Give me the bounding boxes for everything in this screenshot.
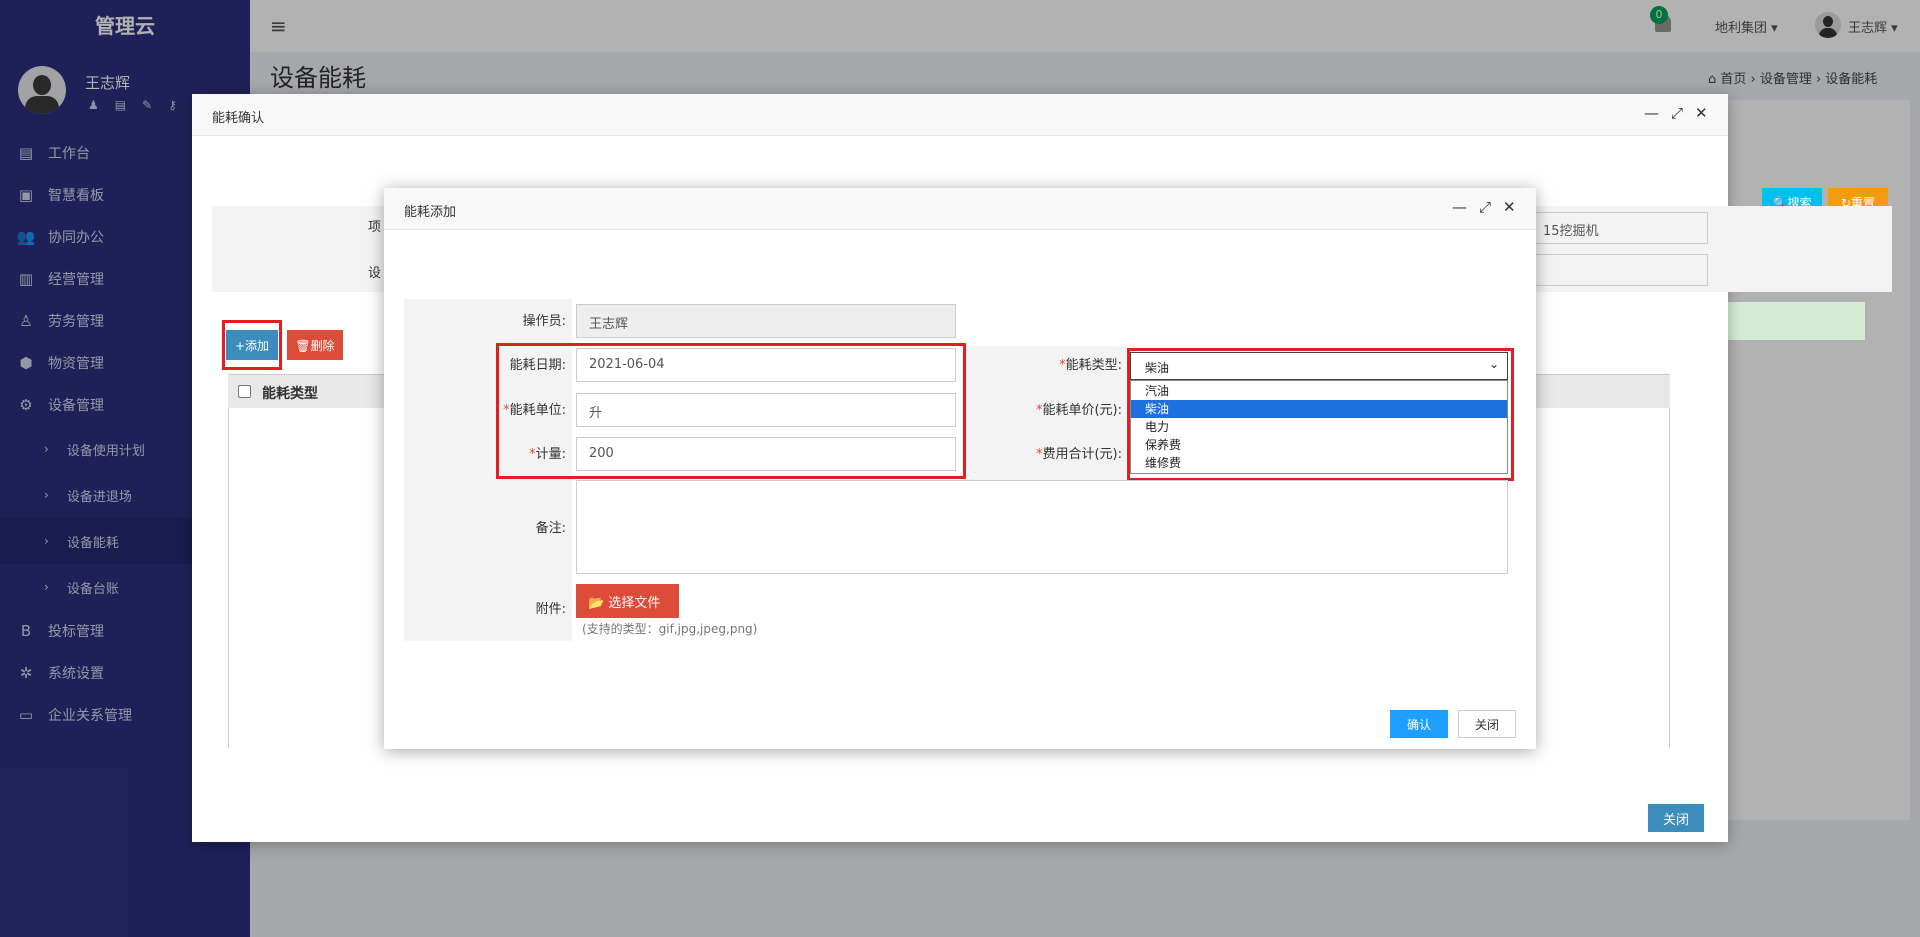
operator-field: 王志辉 xyxy=(576,304,956,338)
attachment-label: 附件: xyxy=(535,602,566,617)
highlight-box xyxy=(496,343,966,479)
total-label: *费用合计(元): xyxy=(1035,447,1122,462)
filter-label: 设 xyxy=(368,266,382,281)
confirm-button[interactable]: 确认 xyxy=(1390,710,1448,738)
column-header-type: 能耗类型 xyxy=(262,386,318,402)
modal-title: 能耗添加 xyxy=(404,205,457,220)
price-label: *能耗单价(元): xyxy=(1035,403,1122,418)
cancel-button[interactable]: 关闭 xyxy=(1458,710,1516,738)
window-controls: — ⤢ ✕ xyxy=(1644,104,1708,122)
select-all-checkbox[interactable] xyxy=(238,385,251,398)
close-icon[interactable]: ✕ xyxy=(1503,198,1516,216)
energy-add-modal: 能耗添加 — ⤢ ✕ 操作员: 王志辉 能耗日期: 2021-06-04 *能耗… xyxy=(384,188,1536,749)
alert-fragment xyxy=(1728,302,1865,340)
choose-file-button[interactable]: 📂 选择文件 xyxy=(576,584,679,618)
equipment-field[interactable]: 15挖掘机 xyxy=(1532,212,1708,244)
filter-field[interactable] xyxy=(1532,254,1708,286)
close-icon[interactable]: ✕ xyxy=(1695,104,1708,122)
window-controls: — ⤢ ✕ xyxy=(1452,198,1516,216)
modal-title: 能耗确认 xyxy=(212,111,265,126)
maximize-icon[interactable]: ⤢ xyxy=(1479,198,1491,216)
operator-label: 操作员: xyxy=(522,314,566,329)
remark-textarea[interactable] xyxy=(576,480,1508,574)
remark-label: 备注: xyxy=(535,521,566,536)
total-label-text: 费用合计(元): xyxy=(1042,447,1122,462)
filter-label: 项 xyxy=(368,220,382,235)
minimize-icon[interactable]: — xyxy=(1644,104,1659,122)
type-label-text: 能耗类型: xyxy=(1065,358,1122,373)
highlight-box xyxy=(222,320,282,370)
price-label-text: 能耗单价(元): xyxy=(1042,403,1122,418)
highlight-box xyxy=(1127,348,1514,481)
file-type-hint: (支持的类型：gif,jpg,jpeg,png) xyxy=(582,622,758,636)
delete-button[interactable]: 🗑删除 xyxy=(287,330,343,360)
type-label: *能耗类型: xyxy=(1059,358,1122,373)
maximize-icon[interactable]: ⤢ xyxy=(1671,104,1683,122)
close-button[interactable]: 关闭 xyxy=(1648,804,1704,832)
minimize-icon[interactable]: — xyxy=(1452,198,1467,216)
modal-header: 能耗添加 — ⤢ ✕ xyxy=(384,188,1536,230)
modal-header: 能耗确认 — ⤢ ✕ xyxy=(192,94,1728,136)
